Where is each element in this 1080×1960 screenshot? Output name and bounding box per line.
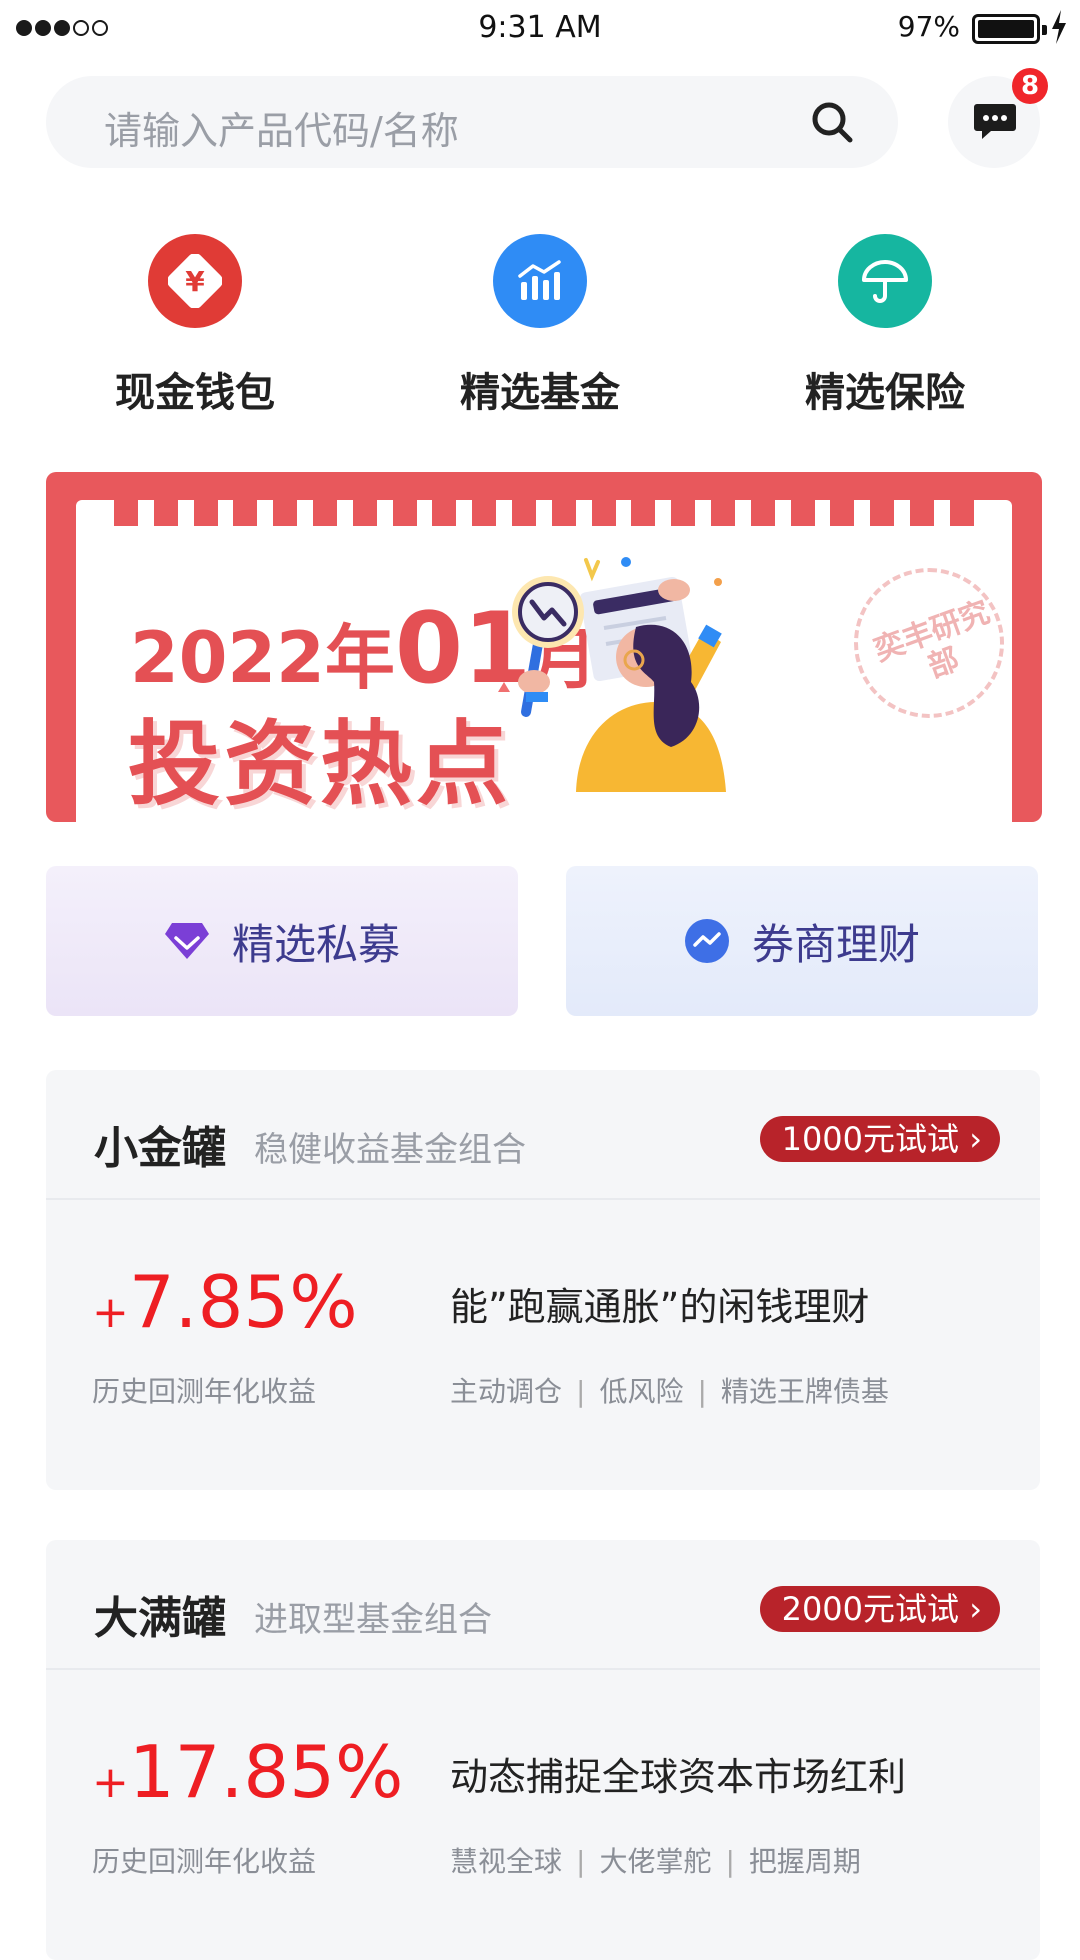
rate-label: 历史回测年化收益 — [92, 1845, 317, 1878]
svg-text:¥: ¥ — [185, 265, 205, 298]
chat-bubble-icon — [974, 104, 1016, 139]
bar-chart-trend-icon — [493, 234, 587, 328]
banner-perforation — [76, 500, 1012, 526]
try-button-label: 1000元试试 — [781, 1120, 960, 1158]
chevron-right-icon: › — [969, 1120, 982, 1158]
banner-year: 2022年 — [130, 617, 395, 699]
product-description: 稳健收益基金组合 — [254, 1130, 526, 1170]
search-bar[interactable]: 请输入产品代码/名称 — [46, 76, 898, 168]
battery-percentage: 97% — [897, 10, 960, 43]
tag: 低风险 — [599, 1375, 684, 1408]
product-name: 大满罐 — [94, 1593, 226, 1644]
woman-with-magnifier-illustration — [498, 557, 726, 792]
red-envelope-yuan-icon: ¥ — [148, 234, 242, 328]
tag: 精选王牌债基 — [720, 1375, 889, 1408]
trend-circle-icon — [684, 919, 729, 963]
product-card-damanguan[interactable]: 大满罐 进取型基金组合 2000元试试 › +17.85% 历史回测年化收益 动… — [46, 1540, 1040, 1960]
product-description: 进取型基金组合 — [254, 1600, 492, 1640]
charging-bolt-icon — [1052, 10, 1066, 44]
quick-entry-label: 现金钱包 — [115, 370, 275, 416]
status-bar: 9:31 AM 97% — [0, 0, 1080, 60]
banner-headline: 投资热点 — [128, 711, 513, 818]
try-button[interactable]: 1000元试试 › — [759, 1116, 1000, 1162]
product-tags: 慧视全球 | 大佬掌舵 | 把握周期 — [450, 1845, 861, 1878]
try-button-label: 2000元试试 — [781, 1590, 960, 1628]
product-name: 小金罐 — [94, 1123, 226, 1174]
card-header: 小金罐 稳健收益基金组合 1000元试试 › — [46, 1070, 1040, 1200]
notification-badge: 8 — [1012, 68, 1048, 104]
quick-entry-label: 精选保险 — [805, 370, 965, 416]
search-input[interactable]: 请输入产品代码/名称 — [104, 100, 459, 155]
tag: 大佬掌舵 — [599, 1845, 712, 1878]
annualized-return: +7.85% — [92, 1260, 358, 1344]
quick-entry-insurance[interactable]: 精选保险 — [755, 234, 1015, 418]
search-icon[interactable] — [810, 100, 854, 144]
card-header: 大满罐 进取型基金组合 2000元试试 › — [46, 1540, 1040, 1670]
battery-icon — [972, 14, 1047, 44]
tag: 把握周期 — [748, 1845, 861, 1878]
investment-hotspot-banner[interactable]: 2022年01月 投资热点 奕丰研究部 — [46, 472, 1042, 822]
chevron-right-icon: › — [969, 1590, 982, 1628]
pill-label: 精选私募 — [231, 919, 400, 969]
research-dept-stamp: 奕丰研究部 — [854, 568, 1004, 718]
tag: 主动调仓 — [450, 1375, 563, 1408]
product-slogan: 能”跑赢通胀”的闲钱理财 — [450, 1285, 870, 1329]
product-tags: 主动调仓 | 低风险 | 精选王牌债基 — [450, 1375, 889, 1408]
product-slogan: 动态捕捉全球资本市场红利 — [450, 1755, 907, 1799]
rate-label: 历史回测年化收益 — [92, 1375, 317, 1408]
stamp-text: 奕丰研究部 — [869, 594, 995, 686]
try-button[interactable]: 2000元试试 › — [759, 1586, 1000, 1632]
rate-value: 7.85% — [128, 1260, 358, 1344]
rate-sign: + — [92, 1287, 129, 1338]
quick-entry-funds[interactable]: 精选基金 — [410, 234, 670, 418]
quick-entry-cash-wallet[interactable]: ¥ 现金钱包 — [65, 234, 325, 418]
rate-sign: + — [92, 1757, 129, 1808]
diamond-icon — [164, 923, 209, 959]
broker-wealth-button[interactable]: 券商理财 — [566, 866, 1038, 1016]
annualized-return: +17.85% — [92, 1730, 403, 1814]
umbrella-icon — [838, 234, 932, 328]
tag: 慧视全球 — [450, 1845, 563, 1878]
rate-value: 17.85% — [128, 1730, 404, 1814]
product-card-xiaojinguan[interactable]: 小金罐 稳健收益基金组合 1000元试试 › +7.85% 历史回测年化收益 能… — [46, 1070, 1040, 1490]
private-fund-button[interactable]: 精选私募 — [46, 866, 518, 1016]
quick-entry-label: 精选基金 — [460, 370, 620, 416]
pill-label: 券商理财 — [751, 919, 920, 969]
